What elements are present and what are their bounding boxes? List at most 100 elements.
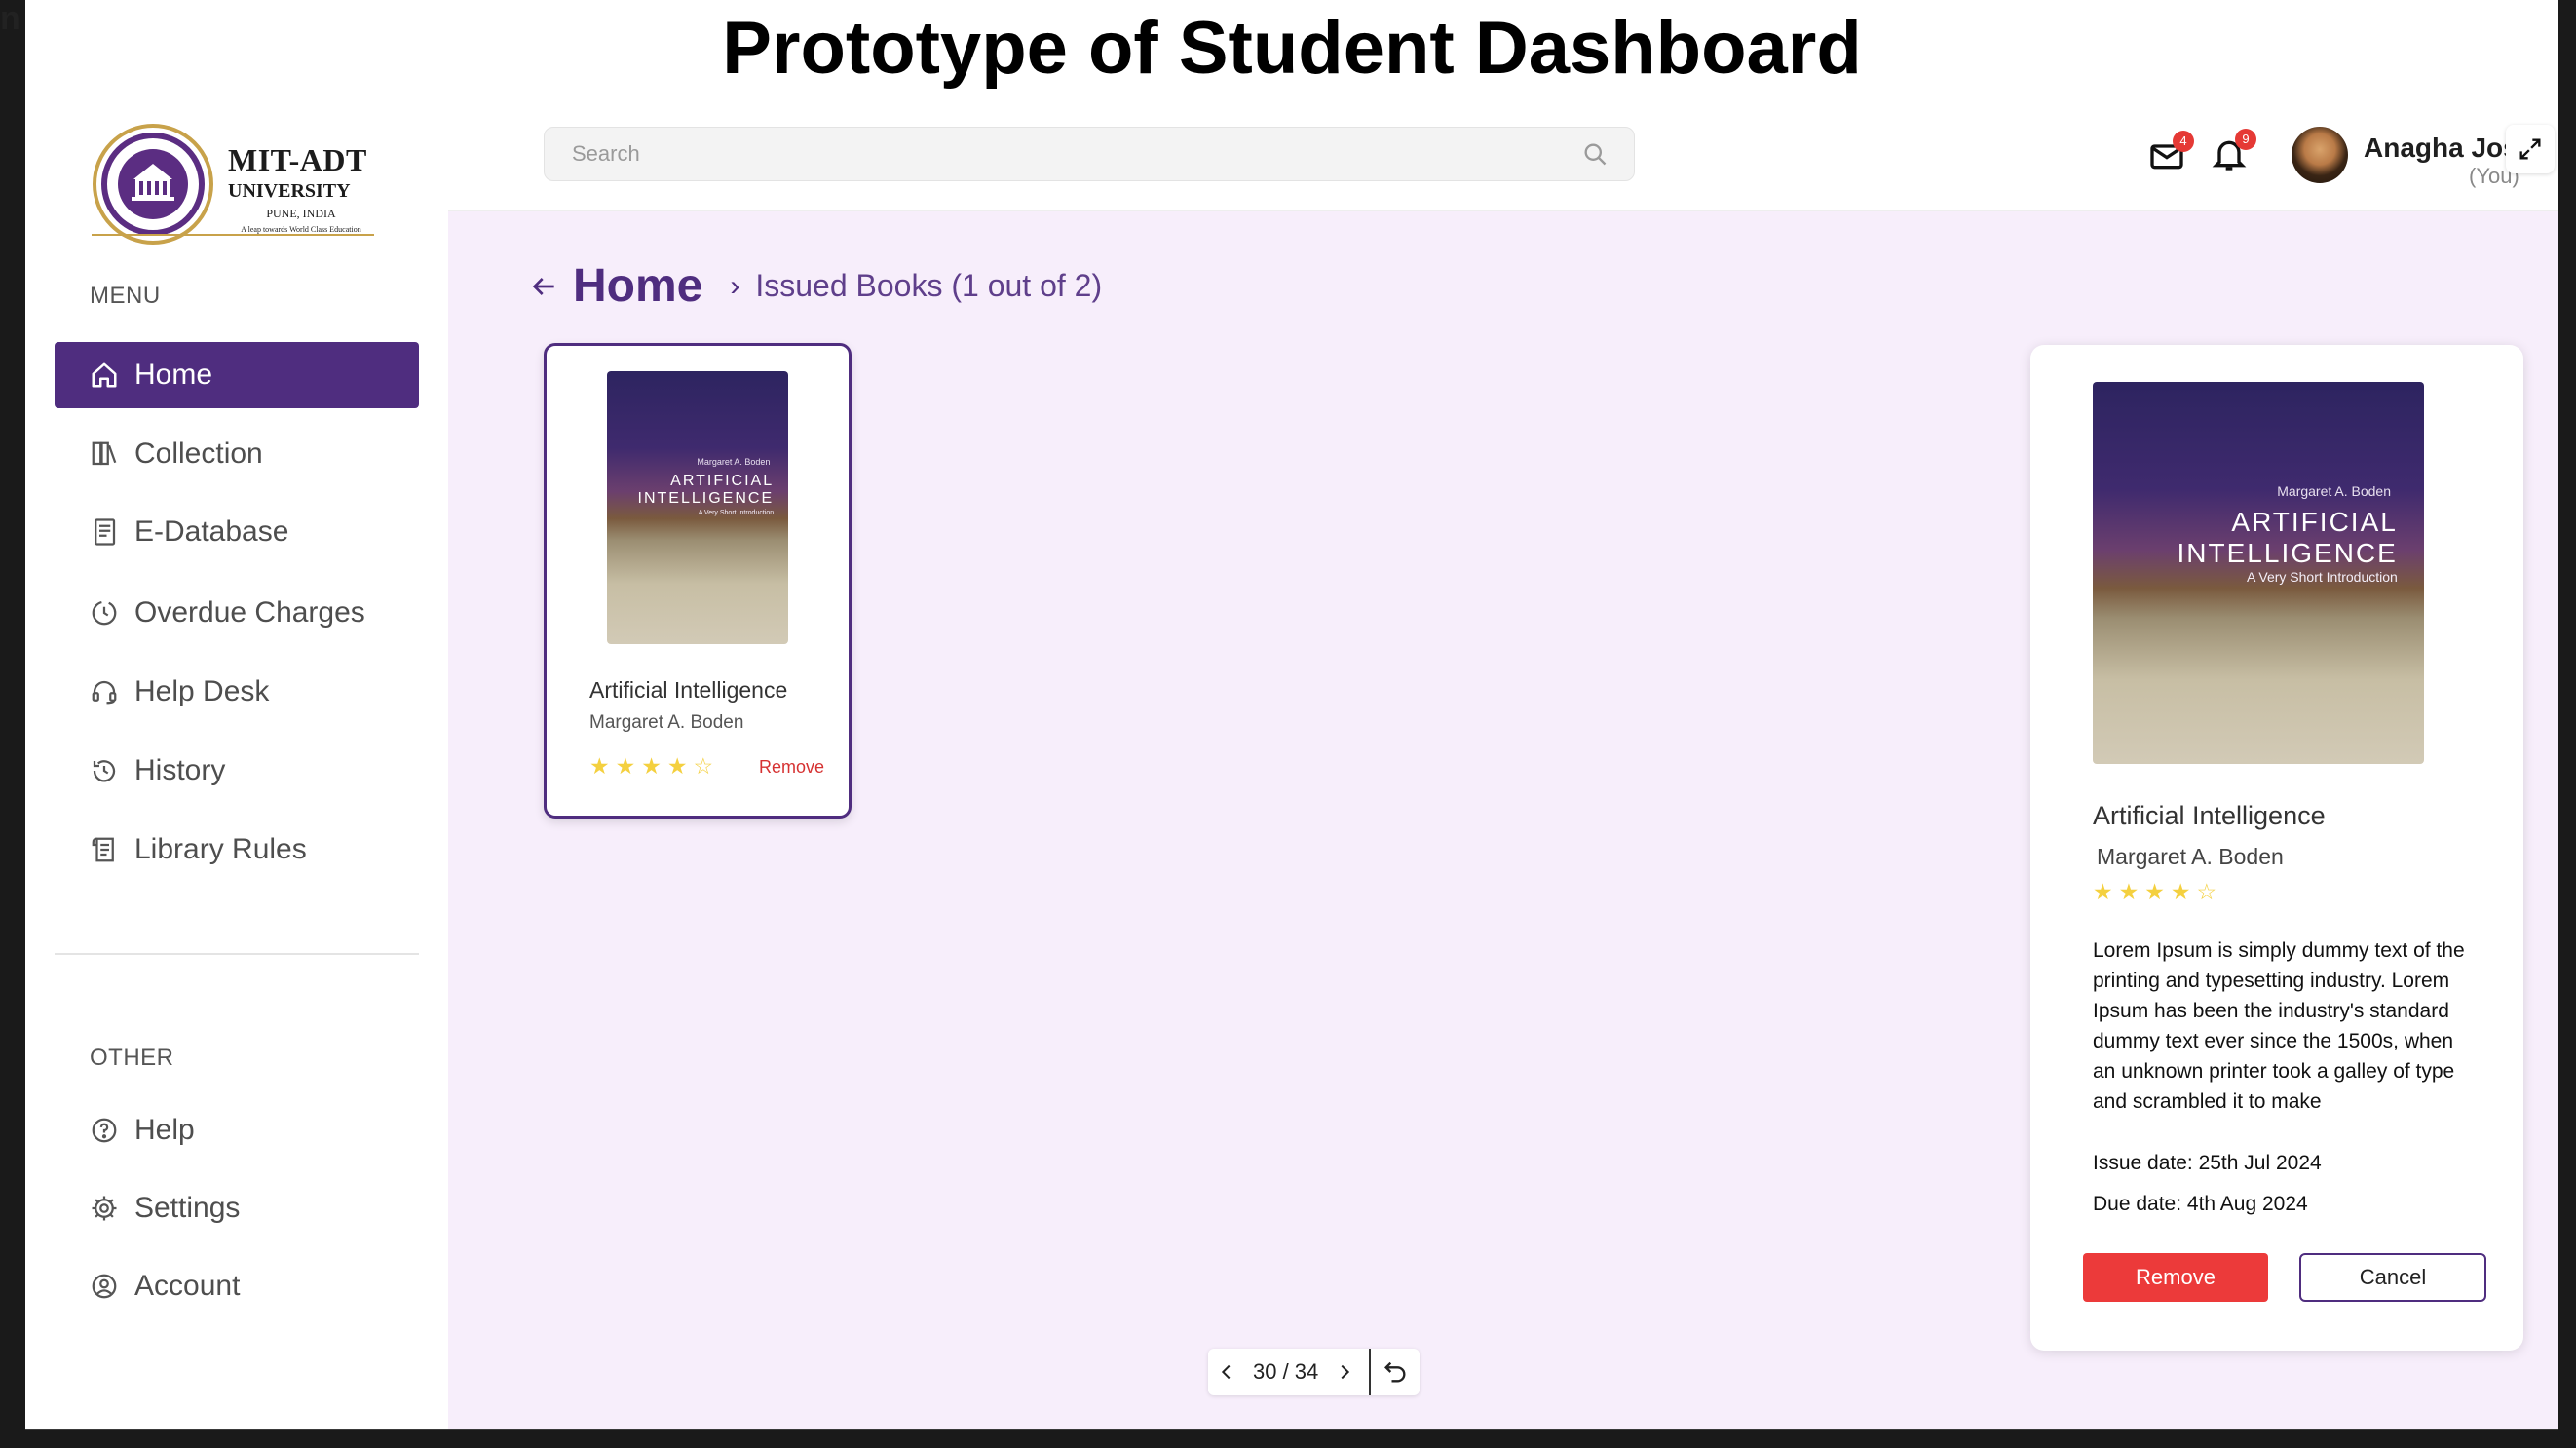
notification-button[interactable]: 9 [2210, 129, 2256, 177]
breadcrumb: Home › Issued Books (1 out of 2) [528, 259, 1102, 313]
search-input[interactable] [570, 140, 1581, 168]
breadcrumb-current: Issued Books (1 out of 2) [755, 268, 1103, 303]
notification-count-badge: 9 [2235, 129, 2256, 150]
menu-section-label: MENU [90, 283, 161, 309]
star-filled-icon: ★ [2144, 879, 2165, 904]
cover-title-line-2: INTELLIGENCE [637, 490, 775, 508]
sidebar-item-label: History [134, 754, 226, 786]
clock-icon [92, 600, 117, 626]
mail-count-badge: 4 [2173, 131, 2194, 152]
sidebar-item-label: Help Desk [134, 675, 270, 707]
sidebar-item-library-rules[interactable]: Library Rules [55, 817, 419, 883]
logo-line-1: MIT-ADT [228, 142, 367, 177]
sidebar-item-label: E-Database [134, 515, 289, 548]
search-icon[interactable] [1581, 140, 1609, 168]
remove-button[interactable]: Remove [2083, 1253, 2268, 1302]
star-filled-icon: ★ [666, 753, 688, 779]
undo-icon [1384, 1361, 1406, 1383]
cover-title: ARTIFICIAL INTELLIGENCE [2178, 507, 2398, 569]
star-filled-icon: ★ [2093, 879, 2113, 904]
sidebar-item-label: Help [134, 1114, 195, 1146]
book-icon [95, 518, 116, 546]
top-bar: 4 9 Anagha Josl (You) [448, 95, 2558, 211]
detail-title: Artificial Intelligence [2093, 801, 2326, 830]
chevron-right-icon [1341, 1364, 1350, 1380]
account-icon [92, 1274, 117, 1299]
cover-author: Margaret A. Boden [697, 457, 771, 467]
sidebar-item-home[interactable]: Home [55, 342, 419, 408]
star-empty-icon: ☆ [693, 753, 714, 779]
remove-link[interactable]: Remove [759, 757, 824, 778]
university-seal-icon [93, 124, 213, 245]
dashboard-frame: Prototype of Student Dashboard MIT-ADT U… [25, 0, 2558, 1429]
collection-icon [92, 441, 117, 466]
sidebar-item-e-database[interactable]: E-Database [55, 499, 419, 565]
sidebar-item-label: Home [134, 359, 213, 391]
detail-star-rating: ★ ★ ★ ★ ☆ [2093, 879, 2216, 905]
user-name: Anagha Josl [2364, 133, 2526, 163]
cancel-button[interactable]: Cancel [2299, 1253, 2486, 1302]
university-logo: MIT-ADT UNIVERSITY PUNE, INDIA A leap to… [92, 123, 413, 246]
previous-page-button[interactable] [1208, 1349, 1245, 1395]
cover-author: Margaret A. Boden [2277, 483, 2391, 499]
book-cover: Margaret A. Boden ARTIFICIAL INTELLIGENC… [607, 371, 788, 644]
chevron-right-icon: › [730, 269, 740, 302]
star-filled-icon: ★ [615, 753, 636, 779]
due-date: Due date: 4th Aug 2024 [2093, 1193, 2308, 1215]
breadcrumb-home[interactable]: Home [573, 259, 702, 313]
search-bar [544, 127, 1635, 181]
star-filled-icon: ★ [2118, 879, 2140, 904]
sidebar-item-history[interactable]: History [55, 738, 419, 804]
sidebar-item-label: Account [134, 1270, 241, 1302]
sidebar-item-overdue-charges[interactable]: Overdue Charges [55, 580, 419, 646]
star-filled-icon: ★ [2170, 879, 2191, 904]
cover-title: ARTIFICIAL INTELLIGENCE [638, 473, 775, 509]
logo-line-2: UNIVERSITY [228, 180, 351, 202]
next-page-button[interactable] [1326, 1349, 1363, 1395]
sidebar-item-collection[interactable]: Collection [55, 421, 419, 487]
detail-author: Margaret A. Boden [2097, 844, 2284, 869]
sidebar-divider [55, 953, 419, 955]
book-title: Artificial Intelligence [589, 677, 788, 703]
book-detail-panel: Margaret A. Boden ARTIFICIAL INTELLIGENC… [2030, 345, 2523, 1351]
cover-title-line-1: ARTIFICIAL [670, 473, 775, 489]
expand-button[interactable] [2506, 125, 2555, 173]
headset-icon [92, 680, 117, 705]
detail-description: Lorem Ipsum is simply dummy text of the … [2093, 939, 2465, 1113]
left-edge-fragment: n [0, 0, 20, 37]
sidebar-item-account[interactable]: Account [55, 1253, 419, 1319]
star-filled-icon: ★ [589, 753, 610, 779]
logo-line-3: PUNE, INDIA [266, 207, 336, 220]
sidebar-item-label: Settings [134, 1192, 241, 1224]
avatar[interactable] [2292, 127, 2348, 183]
book-author: Margaret A. Boden [589, 712, 744, 733]
sidebar-item-label: Collection [134, 438, 263, 470]
cover-title-line-1: ARTIFICIAL [2231, 507, 2398, 537]
logo-line-4: A leap towards World Class Education [241, 225, 361, 234]
cover-subtitle: A Very Short Introduction [2246, 569, 2398, 585]
sidebar-item-help[interactable]: Help [55, 1097, 419, 1163]
star-filled-icon: ★ [641, 753, 662, 779]
book-card[interactable]: Margaret A. Boden ARTIFICIAL INTELLIGENC… [544, 343, 852, 819]
sidebar: MIT-ADT UNIVERSITY PUNE, INDIA A leap to… [25, 95, 448, 1429]
issue-date: Issue date: 25th Jul 2024 [2093, 1152, 2322, 1174]
home-icon [92, 362, 117, 388]
other-section-label: OTHER [90, 1045, 174, 1071]
expand-icon [2519, 138, 2541, 160]
star-rating: ★ ★ ★ ★ ☆ [589, 753, 713, 780]
sidebar-item-label: Library Rules [134, 833, 307, 865]
back-button[interactable] [528, 271, 559, 302]
star-empty-icon: ☆ [2196, 879, 2217, 904]
restart-button[interactable] [1371, 1349, 1420, 1395]
arrow-left-icon [532, 277, 554, 295]
rules-icon [92, 837, 114, 862]
history-icon [93, 760, 116, 782]
help-icon [92, 1118, 117, 1143]
page-title: Prototype of Student Dashboard [722, 7, 1862, 90]
sidebar-item-settings[interactable]: Settings [55, 1175, 419, 1241]
cover-subtitle: A Very Short Introduction [698, 510, 775, 516]
sidebar-item-help-desk[interactable]: Help Desk [55, 659, 419, 725]
sidebar-item-label: Overdue Charges [134, 596, 365, 629]
mail-button[interactable]: 4 [2147, 131, 2194, 179]
gear-icon [92, 1196, 117, 1221]
